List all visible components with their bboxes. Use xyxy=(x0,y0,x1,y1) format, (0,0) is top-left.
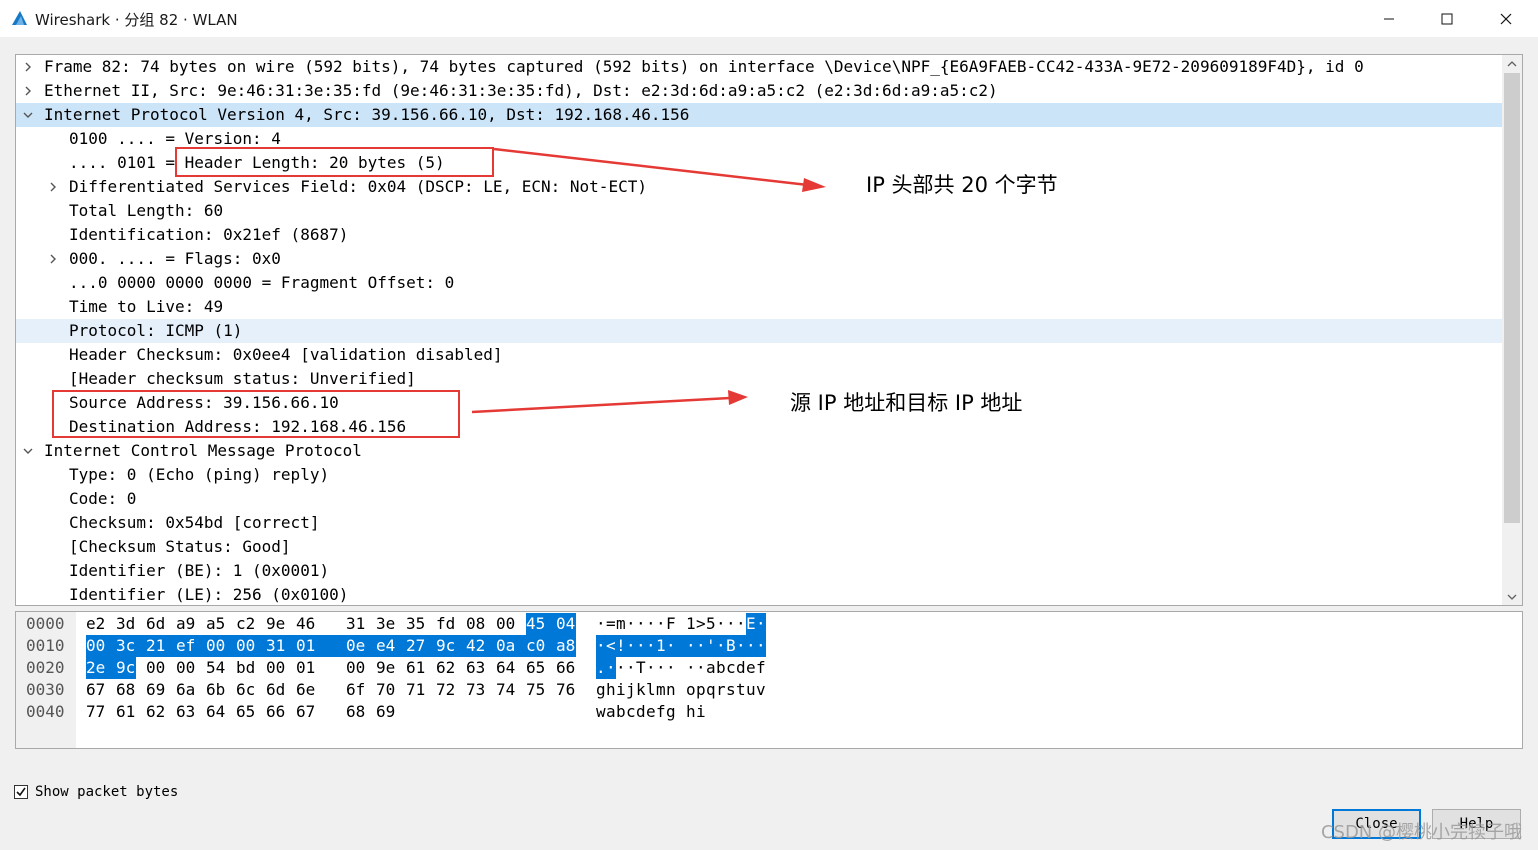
arrow-to-header-note xyxy=(493,147,826,192)
header-annotation-text: IP 头部共 20 个字节 xyxy=(866,173,1058,197)
annotation-arrows xyxy=(471,147,826,414)
checkmark-icon xyxy=(16,787,26,797)
csdn-watermark: CSDN @樱桃小完犊子哦 xyxy=(1320,822,1522,843)
address-annotation-text: 源 IP 地址和目标 IP 地址 xyxy=(790,391,1023,415)
show-packet-bytes-toggle[interactable]: Show packet bytes xyxy=(14,783,178,801)
arrow-to-address-note xyxy=(471,390,748,414)
show-bytes-label: Show packet bytes xyxy=(35,784,179,800)
show-bytes-checkbox[interactable] xyxy=(14,785,28,799)
